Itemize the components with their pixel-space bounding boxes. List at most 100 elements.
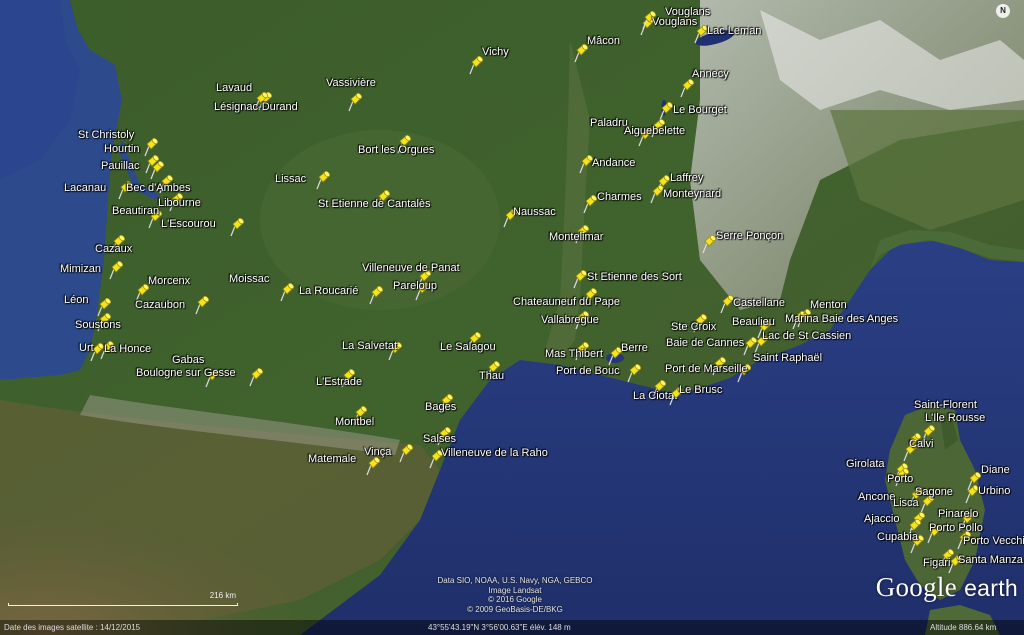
- placemark-label-menton[interactable]: Menton: [810, 299, 847, 311]
- placemark-label-monteynard[interactable]: Monteynard: [663, 188, 721, 200]
- placemark-label-st-etienne-des-sort[interactable]: St Etienne des Sort: [587, 271, 682, 283]
- placemark-label-lavaud[interactable]: Lavaud: [216, 82, 252, 94]
- placemark-label-matemale[interactable]: Matemale: [308, 453, 356, 465]
- pushpin-icon[interactable]: [193, 295, 215, 317]
- placemark-label-saint-raphael[interactable]: Saint Raphaël: [753, 352, 822, 364]
- placemark-label-andance[interactable]: Andance: [592, 157, 635, 169]
- eye-altitude: Altitude 886.64 km: [930, 623, 997, 632]
- placemark-label-thau[interactable]: Thau: [479, 370, 504, 382]
- placemark-label-le-brusc[interactable]: Le Brusc: [679, 384, 722, 396]
- placemark-label-l-estrade[interactable]: L'Estrade: [316, 376, 362, 388]
- placemark-label-porto[interactable]: Porto: [887, 473, 913, 485]
- placemark-label-urt[interactable]: Urt: [79, 342, 94, 354]
- placemark-label-libourne[interactable]: Libourne: [158, 197, 201, 209]
- placemark-label-porto-vecchio[interactable]: Porto Vecchio: [963, 535, 1024, 547]
- placemark-label-l-escourou[interactable]: L'Escourou: [161, 218, 216, 230]
- placemark-label-marina-baie-des-anges[interactable]: Marina Baie des Anges: [785, 313, 898, 325]
- placemark-label-castellane[interactable]: Castellane: [733, 297, 785, 309]
- pushpin-icon[interactable]: [397, 443, 419, 465]
- placemark-label-lesignac-durand[interactable]: Lésignac-Durand: [214, 101, 298, 113]
- placemark-label-lac-de-st-cassien[interactable]: Lac de St Cassien: [762, 330, 851, 342]
- pushpin-icon[interactable]: [247, 367, 269, 389]
- placemark-label-annecy[interactable]: Annecy: [692, 68, 729, 80]
- placemark-label-cazaux[interactable]: Cazaux: [95, 243, 132, 255]
- placemark-label-diane[interactable]: Diane: [981, 464, 1010, 476]
- placemark-label-beautiran[interactable]: Beautiran: [112, 205, 159, 217]
- placemark-label-le-salagou[interactable]: Le Salagou: [440, 341, 496, 353]
- placemark-label-cupabia[interactable]: Cupabia: [877, 531, 918, 543]
- placemark-label-le-bourget[interactable]: Le Bourget: [673, 104, 727, 116]
- placemark-label-naussac[interactable]: Naussac: [513, 206, 556, 218]
- placemark-label-la-roucarie[interactable]: La Roucarié: [299, 285, 358, 297]
- placemark-label-vallabregue[interactable]: Vallabregue: [541, 314, 599, 326]
- placemark-label-aiguebelette[interactable]: Aiguebelette: [624, 125, 685, 137]
- pushpin-icon[interactable]: [625, 363, 647, 385]
- pushpin-icon[interactable]: [467, 55, 489, 77]
- placemark-label-port-de-bouc[interactable]: Port de Bouc: [556, 365, 620, 377]
- placemark-label-vichy[interactable]: Vichy: [482, 46, 509, 58]
- placemark-label-baie-de-cannes[interactable]: Baie de Cannes: [666, 337, 744, 349]
- placemark-label-gabas[interactable]: Gabas: [172, 354, 204, 366]
- placemark-label-salses[interactable]: Salses: [423, 433, 456, 445]
- placemark-label-vassiviere[interactable]: Vassivière: [326, 77, 376, 89]
- placemark-label-lissac[interactable]: Lissac: [275, 173, 306, 185]
- placemark-label-villeneuve-de-panat[interactable]: Villeneuve de Panat: [362, 262, 460, 274]
- placemark-label-ajaccio[interactable]: Ajaccio: [864, 513, 899, 525]
- pushpin-icon[interactable]: [228, 217, 250, 239]
- placemark-label-pauillac[interactable]: Pauillac: [101, 160, 140, 172]
- pushpin-icon[interactable]: [278, 282, 300, 304]
- placemark-label-morcenx[interactable]: Morcenx: [148, 275, 190, 287]
- placemark-label-paladru[interactable]: Paladru: [590, 117, 628, 129]
- placemark-label-ste-croix[interactable]: Ste Croix: [671, 321, 716, 333]
- placemark-label-la-salvetat[interactable]: La Salvetat: [342, 340, 397, 352]
- compass-icon[interactable]: N: [996, 4, 1010, 18]
- placemark-label-calvi[interactable]: Calvi: [909, 438, 933, 450]
- placemark-label-laffrey[interactable]: Laffrey: [670, 172, 703, 184]
- placemark-label-lacanau[interactable]: Lacanau: [64, 182, 106, 194]
- placemark-label-beaulieu[interactable]: Beaulieu: [732, 316, 775, 328]
- placemark-label-villeneuve-de-la-raho[interactable]: Villeneuve de la Raho: [441, 447, 548, 459]
- map-view[interactable]: N Vouglans Vouglans Mâcon Lac Leman Vichy Ann…: [0, 0, 1024, 635]
- pushpin-icon[interactable]: [346, 92, 368, 114]
- placemark-label-saint-florent[interactable]: Saint-Florent: [914, 399, 977, 411]
- placemark-label-bages[interactable]: Bages: [425, 401, 456, 413]
- placemark-label-hourtin[interactable]: Hourtin: [104, 143, 139, 155]
- placemark-label-girolata[interactable]: Girolata: [846, 458, 885, 470]
- placemark-label-sagone[interactable]: Sagone: [915, 486, 953, 498]
- placemark-label-mimizan[interactable]: Mimizan: [60, 263, 101, 275]
- placemark-label-st-christoly[interactable]: St Christoly: [78, 129, 134, 141]
- placemark-label-cazaubon[interactable]: Cazaubon: [135, 299, 185, 311]
- placemark-label-pinarelo[interactable]: Pinarelo: [938, 508, 978, 520]
- pushpin-icon[interactable]: [364, 456, 386, 478]
- placemark-label-montelimar[interactable]: Montelimar: [549, 231, 603, 243]
- placemark-label-la-honce[interactable]: La Honce: [104, 343, 151, 355]
- placemark-label-santa-manza[interactable]: Santa Manza: [958, 554, 1023, 566]
- placemark-label-montbel[interactable]: Montbel: [335, 416, 374, 428]
- placemark-label-bort-les-orgues[interactable]: Bort les Orgues: [358, 144, 434, 156]
- placemark-label-serre-poncon[interactable]: Serre Ponçon: [716, 230, 783, 242]
- placemark-label-charmes[interactable]: Charmes: [597, 191, 642, 203]
- placemark-label-pareloup[interactable]: Pareloup: [393, 280, 437, 292]
- placemark-label-soustons[interactable]: Soustons: [75, 319, 121, 331]
- placemark-label-mas-thibert[interactable]: Mas Thibert: [545, 348, 603, 360]
- placemark-label-lisca[interactable]: Lisca: [893, 497, 919, 509]
- placemark-label-boulogne-sur-gesse[interactable]: Boulogne sur Gesse: [136, 367, 236, 379]
- placemark-label-leon[interactable]: Léon: [64, 294, 88, 306]
- placemark-label-urbino[interactable]: Urbino: [978, 485, 1010, 497]
- pushpin-icon[interactable]: [678, 78, 700, 100]
- placemark-label-macon[interactable]: Mâcon: [587, 35, 620, 47]
- pushpin-icon[interactable]: [367, 285, 389, 307]
- placemark-label-st-etienne-de-cantales[interactable]: St Etienne de Cantalès: [318, 198, 431, 210]
- cursor-coordinates: 43°55'43.19"N 3°56'00.63"E élév. 148 m: [428, 623, 571, 632]
- placemark-label-lac-leman[interactable]: Lac Leman: [707, 25, 761, 37]
- placemark-label-chateauneuf-du-pape[interactable]: Chateauneuf du Pape: [513, 296, 620, 308]
- placemark-label-ancone[interactable]: Ancone: [858, 491, 895, 503]
- imagery-date: Date des images satellite : 14/12/2015: [4, 623, 141, 632]
- placemark-label-port-de-marseille[interactable]: Port de Marseille: [665, 363, 748, 375]
- pushpin-icon[interactable]: [314, 170, 336, 192]
- pushpin-icon[interactable]: [107, 260, 129, 282]
- placemark-label-moissac[interactable]: Moissac: [229, 273, 269, 285]
- placemark-label-vouglans[interactable]: Vouglans: [652, 16, 697, 28]
- placemark-label-berre[interactable]: Berre: [621, 342, 648, 354]
- placemark-label-l-ile-rousse[interactable]: L'Ile Rousse: [925, 412, 985, 424]
